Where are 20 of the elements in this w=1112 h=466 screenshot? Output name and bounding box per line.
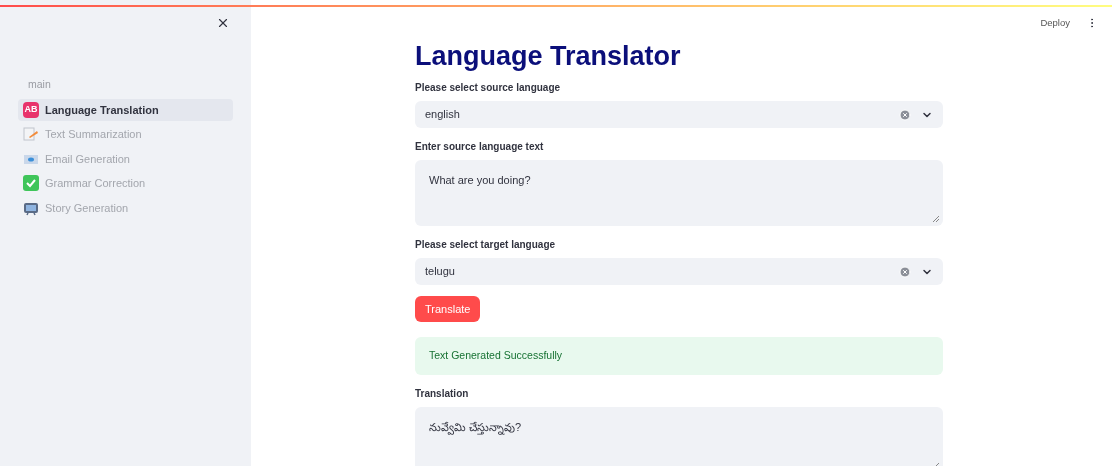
deploy-button[interactable]: Deploy xyxy=(1040,16,1070,31)
clear-icon[interactable] xyxy=(899,108,911,121)
resize-handle-icon[interactable] xyxy=(933,216,939,222)
success-alert: Text Generated Successfully xyxy=(415,337,943,376)
close-icon[interactable] xyxy=(216,16,230,30)
field-label: Please select source language xyxy=(415,81,562,95)
page-title: Language Translator xyxy=(415,40,682,72)
check-icon xyxy=(23,175,39,192)
sidebar-item[interactable]: AB Language Translation xyxy=(18,98,233,121)
field-label: Translation xyxy=(415,387,470,402)
clear-icon[interactable] xyxy=(899,265,911,278)
select-field[interactable]: telugu xyxy=(415,258,943,285)
section-label: main xyxy=(27,77,52,92)
select-field[interactable]: english xyxy=(415,101,943,128)
field-label: Enter source language text xyxy=(415,140,545,154)
letters-icon: AB xyxy=(23,101,39,118)
text-area[interactable]: నువ్వేమి చేస్తున్నావు? xyxy=(415,407,943,466)
field-label: Please select target language xyxy=(415,238,557,252)
text-area[interactable]: What are you doing? xyxy=(415,160,943,226)
memo-icon xyxy=(23,126,39,143)
